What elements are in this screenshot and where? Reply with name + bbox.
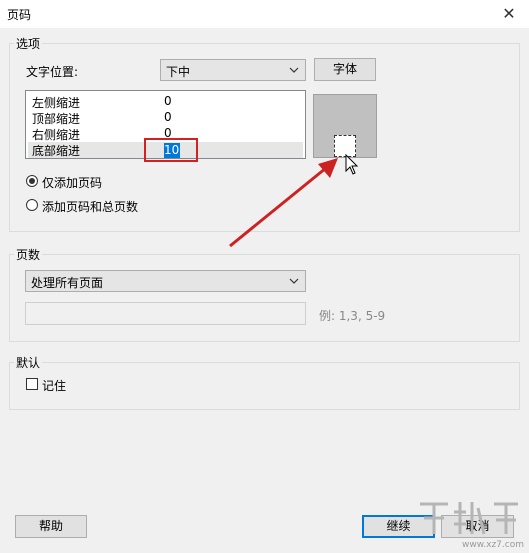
margin-value[interactable]: 0 [164, 110, 172, 124]
margin-label: 顶部缩进 [32, 112, 81, 126]
options-legend: 选项 [14, 35, 43, 52]
text-position-select[interactable]: 下中 [160, 59, 306, 81]
chevron-down-icon [289, 278, 299, 284]
margin-label: 底部缩进 [32, 144, 81, 158]
margin-label: 左侧缩进 [32, 96, 81, 110]
page-range-input[interactable] [25, 302, 306, 325]
list-item[interactable]: 顶部缩进 0 [28, 110, 303, 126]
margin-value[interactable]: 0 [164, 94, 172, 108]
window-title: 页码 [7, 8, 32, 22]
font-button[interactable]: 字体 [314, 58, 376, 81]
pages-legend: 页数 [14, 246, 43, 263]
cursor-icon [345, 154, 359, 175]
text-position-label: 文字位置: [26, 65, 79, 79]
radio-page-only-label: 仅添加页码 [42, 176, 103, 190]
title-bar [0, 0, 529, 28]
radio-page-total-label: 添加页码和总页数 [42, 200, 139, 214]
position-preview [313, 94, 377, 158]
pages-group [9, 254, 520, 342]
remember-checkbox[interactable] [26, 378, 38, 390]
page-range-select[interactable]: 处理所有页面 [25, 270, 306, 292]
chevron-down-icon [289, 67, 299, 73]
watermark-logo-icon [420, 502, 518, 535]
radio-page-only[interactable] [26, 175, 38, 187]
list-item[interactable]: 左侧缩进 0 [28, 94, 303, 110]
annotation-arrow [229, 158, 338, 248]
close-icon[interactable]: ✕ [494, 2, 524, 26]
remember-label: 记住 [42, 379, 67, 393]
text-position-value: 下中 [166, 65, 191, 79]
defaults-legend: 默认 [14, 354, 43, 371]
watermark-text: www.xz7.com [462, 540, 524, 550]
page-range-value: 处理所有页面 [31, 276, 104, 290]
defaults-group [9, 362, 520, 410]
highlight-box [144, 138, 198, 162]
example-hint: 例: 1,3, 5-9 [319, 309, 386, 323]
radio-page-total[interactable] [26, 199, 38, 211]
margin-label: 右侧缩进 [32, 128, 81, 142]
help-button[interactable]: 帮助 [15, 515, 87, 538]
